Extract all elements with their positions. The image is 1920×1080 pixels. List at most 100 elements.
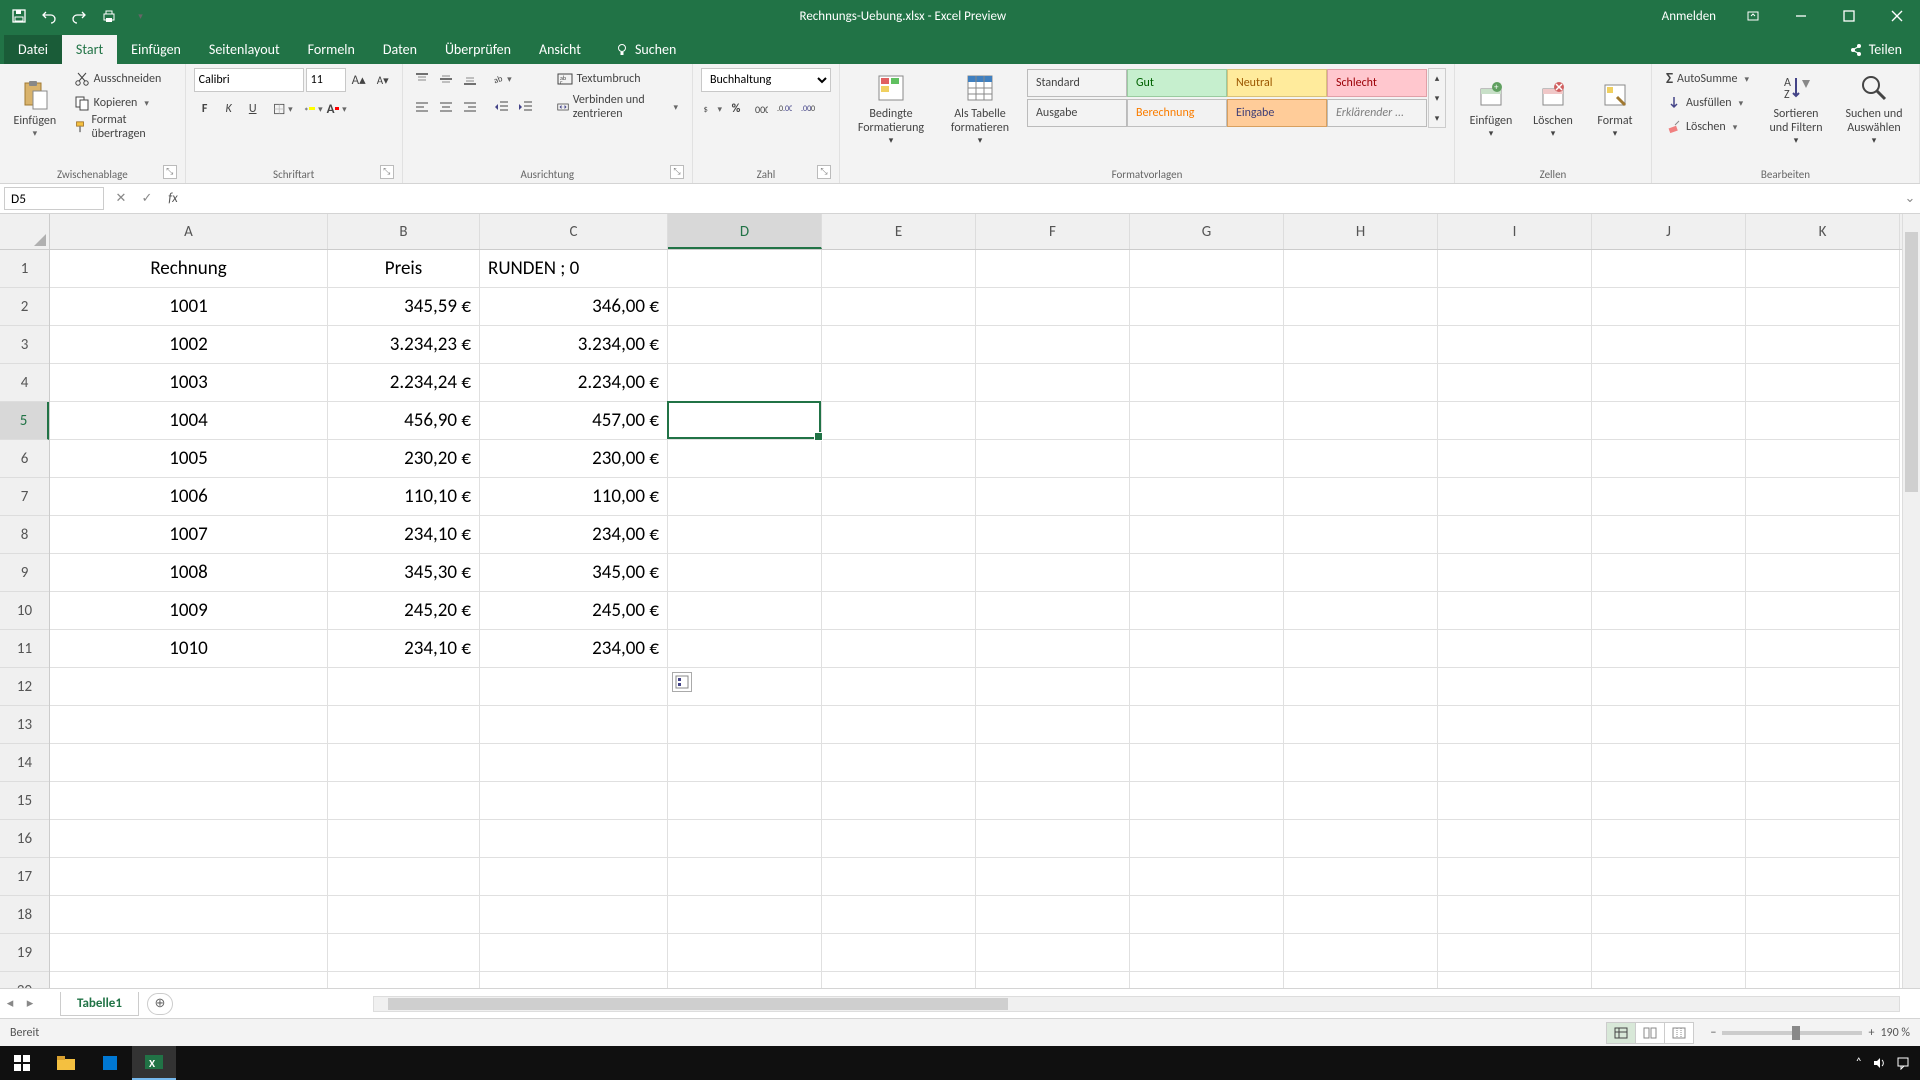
cell-C17[interactable]	[480, 858, 668, 896]
cell-I18[interactable]	[1438, 896, 1592, 934]
percent-format-icon[interactable]: %	[725, 98, 747, 120]
align-center-icon[interactable]	[435, 96, 457, 118]
cell-E3[interactable]	[822, 326, 976, 364]
cell-G12[interactable]	[1130, 668, 1284, 706]
cell-J15[interactable]	[1592, 782, 1746, 820]
cell-J10[interactable]	[1592, 592, 1746, 630]
cell-K20[interactable]	[1746, 972, 1900, 988]
cell-A16[interactable]	[50, 820, 328, 858]
cell-E19[interactable]	[822, 934, 976, 972]
col-header-B[interactable]: B	[328, 214, 480, 249]
cell-B15[interactable]	[328, 782, 480, 820]
cell-J4[interactable]	[1592, 364, 1746, 402]
cell-F1[interactable]	[976, 250, 1130, 288]
row-header-11[interactable]: 11	[0, 630, 49, 668]
cell-D8[interactable]	[668, 516, 822, 554]
cell-I16[interactable]	[1438, 820, 1592, 858]
tab-datei[interactable]: Datei	[4, 35, 62, 64]
cell-H8[interactable]	[1284, 516, 1438, 554]
cell-C20[interactable]	[480, 972, 668, 988]
cell-G19[interactable]	[1130, 934, 1284, 972]
cell-K3[interactable]	[1746, 326, 1900, 364]
cell-A8[interactable]: 1007	[50, 516, 328, 554]
row-header-17[interactable]: 17	[0, 858, 49, 896]
cell-A17[interactable]	[50, 858, 328, 896]
tray-volume-icon[interactable]	[1872, 1056, 1886, 1070]
cell-A18[interactable]	[50, 896, 328, 934]
row-header-9[interactable]: 9	[0, 554, 49, 592]
cell-B1[interactable]: Preis	[328, 250, 480, 288]
cell-I13[interactable]	[1438, 706, 1592, 744]
sort-filter-button[interactable]: AZSortieren und Filtern▾	[1761, 68, 1831, 150]
cell-D4[interactable]	[668, 364, 822, 402]
accounting-format-icon[interactable]: $	[701, 98, 723, 120]
cell-H5[interactable]	[1284, 402, 1438, 440]
cell-B13[interactable]	[328, 706, 480, 744]
col-header-H[interactable]: H	[1284, 214, 1438, 249]
cell-B14[interactable]	[328, 744, 480, 782]
cell-F7[interactable]	[976, 478, 1130, 516]
cell-C19[interactable]	[480, 934, 668, 972]
cell-D16[interactable]	[668, 820, 822, 858]
horizontal-scrollbar[interactable]	[373, 996, 1900, 1012]
row-header-4[interactable]: 4	[0, 364, 49, 402]
cell-F17[interactable]	[976, 858, 1130, 896]
conditional-formatting-button[interactable]: Bedingte Formatierung▾	[848, 68, 934, 150]
cell-J14[interactable]	[1592, 744, 1746, 782]
undo-icon[interactable]	[36, 3, 62, 29]
increase-decimal-icon[interactable]: .0.00	[773, 98, 795, 120]
cell-I14[interactable]	[1438, 744, 1592, 782]
cell-C1[interactable]: RUNDEN ; 0	[480, 250, 668, 288]
tray-notifications-icon[interactable]	[1896, 1056, 1910, 1070]
expand-formula-bar-icon[interactable]: ⌄	[1900, 191, 1920, 206]
tab-start[interactable]: Start	[62, 35, 117, 64]
cell-K14[interactable]	[1746, 744, 1900, 782]
cell-J6[interactable]	[1592, 440, 1746, 478]
cell-G14[interactable]	[1130, 744, 1284, 782]
cell-C11[interactable]: 234,00 €	[480, 630, 668, 668]
cell-C10[interactable]: 245,00 €	[480, 592, 668, 630]
cell-K7[interactable]	[1746, 478, 1900, 516]
cell-A5[interactable]: 1004	[50, 402, 328, 440]
row-header-14[interactable]: 14	[0, 744, 49, 782]
find-select-button[interactable]: Suchen und Auswählen▾	[1837, 68, 1911, 150]
cell-D2[interactable]	[668, 288, 822, 326]
cell-J5[interactable]	[1592, 402, 1746, 440]
cell-H17[interactable]	[1284, 858, 1438, 896]
row-header-5[interactable]: 5	[0, 402, 49, 440]
cell-K15[interactable]	[1746, 782, 1900, 820]
cell-F10[interactable]	[976, 592, 1130, 630]
save-icon[interactable]	[6, 3, 32, 29]
row-header-18[interactable]: 18	[0, 896, 49, 934]
bold-button[interactable]: F	[194, 98, 216, 120]
orientation-icon[interactable]: ab	[491, 68, 513, 90]
style-standard[interactable]: Standard	[1027, 69, 1127, 97]
cell-D17[interactable]	[668, 858, 822, 896]
col-header-C[interactable]: C	[480, 214, 668, 249]
spreadsheet-grid[interactable]: ABCDEFGHIJK 1234567891011121314151617181…	[0, 214, 1920, 988]
cell-E9[interactable]	[822, 554, 976, 592]
cell-E7[interactable]	[822, 478, 976, 516]
cell-D13[interactable]	[668, 706, 822, 744]
cell-D7[interactable]	[668, 478, 822, 516]
cell-K4[interactable]	[1746, 364, 1900, 402]
name-box[interactable]	[4, 187, 104, 210]
align-bottom-icon[interactable]	[459, 68, 481, 90]
cell-A19[interactable]	[50, 934, 328, 972]
cell-A6[interactable]: 1005	[50, 440, 328, 478]
col-header-E[interactable]: E	[822, 214, 976, 249]
cell-E20[interactable]	[822, 972, 976, 988]
select-all-corner[interactable]	[0, 214, 50, 250]
zoom-level[interactable]: 190 %	[1880, 1026, 1910, 1040]
font-name-input[interactable]	[194, 68, 304, 92]
cell-A2[interactable]: 1001	[50, 288, 328, 326]
tab-ueberpruefen[interactable]: Überprüfen	[431, 35, 525, 64]
cell-H16[interactable]	[1284, 820, 1438, 858]
cell-J18[interactable]	[1592, 896, 1746, 934]
cell-J9[interactable]	[1592, 554, 1746, 592]
view-pagelayout-icon[interactable]	[1635, 1022, 1665, 1044]
cell-A13[interactable]	[50, 706, 328, 744]
vertical-scrollbar[interactable]	[1902, 214, 1920, 988]
cell-G18[interactable]	[1130, 896, 1284, 934]
borders-icon[interactable]	[272, 98, 294, 120]
